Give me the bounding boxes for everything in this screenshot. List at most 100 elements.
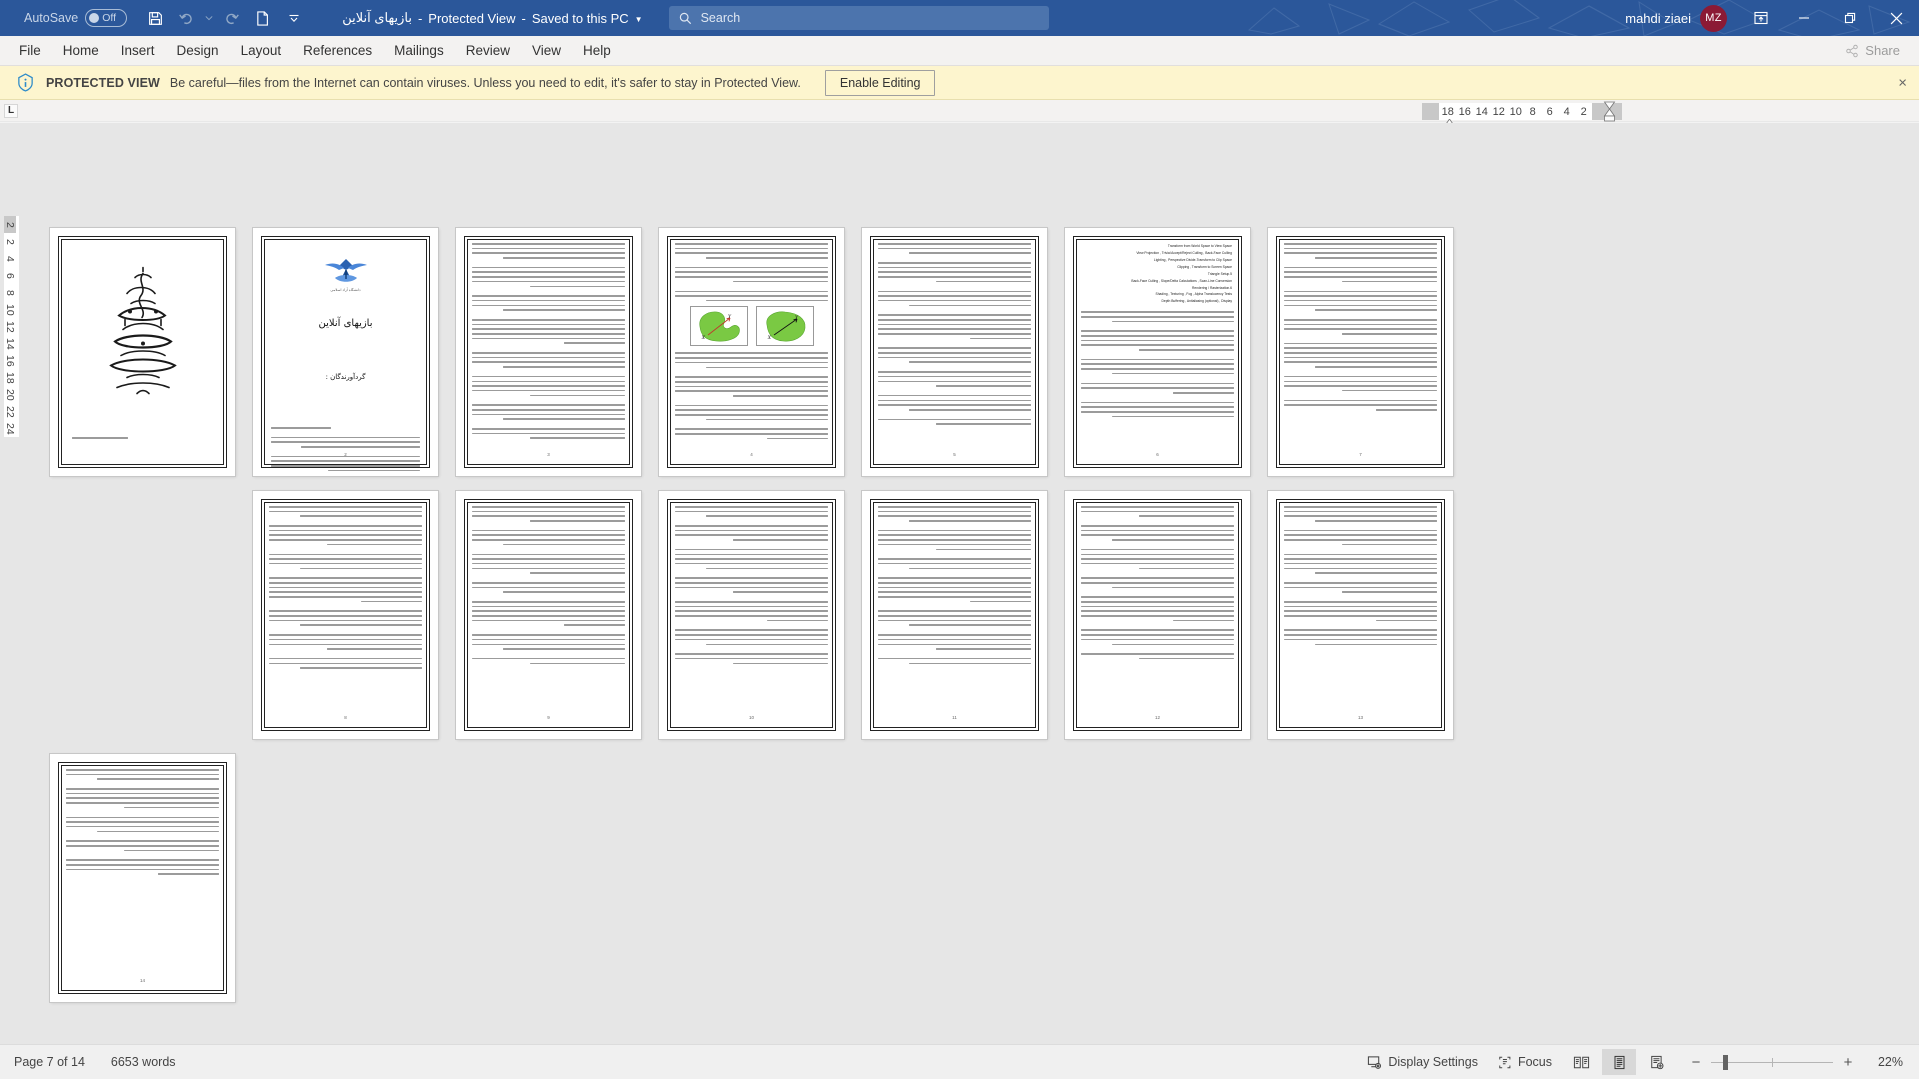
page-number-12: 12 [1154, 715, 1160, 720]
page-10-text-block: 10 [675, 506, 828, 723]
vertical-ruler[interactable]: 2 2 4 6 8 10 12 14 16 18 20 22 24 [4, 216, 19, 437]
display-settings-icon [1368, 1055, 1382, 1069]
document-page-4[interactable]: X Y X Y 4 [659, 228, 844, 476]
avatar[interactable]: MZ [1700, 4, 1727, 32]
tab-references[interactable]: References [292, 37, 383, 65]
vruler-tick-14: 14 [4, 337, 16, 350]
pipeline-item-2: Lighting , Perspective Divide-Transform … [1153, 257, 1232, 262]
enable-editing-button[interactable]: Enable Editing [824, 69, 936, 96]
web-layout-button[interactable] [1640, 1049, 1674, 1075]
undo-dropdown-icon[interactable] [203, 5, 215, 32]
chevron-down-icon[interactable]: ▼ [635, 15, 643, 24]
pipeline-item-8: Depth Buffering , Antialiasing (optional… [1161, 299, 1233, 304]
page-indicator[interactable]: Page 7 of 14 [14, 1055, 85, 1069]
ruler-scale: 18 16 14 12 10 8 6 4 2 [1439, 103, 1593, 120]
tab-review[interactable]: Review [455, 37, 521, 65]
document-page-6[interactable]: Transform from World Space to View Space… [1065, 228, 1250, 476]
concave-shape-box: X Y [689, 306, 748, 347]
vruler-tick-24: 24 [4, 422, 16, 435]
ruler-margin-left [1422, 103, 1440, 120]
document-page-10[interactable]: 10 [659, 491, 844, 739]
document-page-12[interactable]: 12 [1065, 491, 1250, 739]
ruler-tick-6: 6 [1546, 105, 1553, 118]
display-settings-label: Display Settings [1388, 1055, 1478, 1069]
document-page-11[interactable]: 11 [862, 491, 1047, 739]
tab-view[interactable]: View [521, 37, 572, 65]
tab-design[interactable]: Design [166, 37, 230, 65]
document-workspace[interactable]: 2 2 4 6 8 10 12 14 16 18 20 22 24 دانشگا… [0, 123, 1919, 1044]
tab-home[interactable]: Home [52, 37, 110, 65]
ruler-row: L 18 16 14 12 10 8 6 4 2 [0, 100, 1919, 128]
document-page-13[interactable]: 13 [1268, 491, 1453, 739]
pipeline-item-6: Rendering / Rasterization.6 [1192, 285, 1232, 290]
save-icon[interactable] [141, 5, 170, 32]
document-page-3[interactable]: 3 [456, 228, 641, 476]
document-page-8[interactable]: 8 [253, 491, 438, 739]
close-icon[interactable]: × [1898, 75, 1907, 90]
autosave-control[interactable]: AutoSave Off [24, 9, 128, 27]
zoom-in-button[interactable]: + [1842, 1054, 1854, 1071]
read-mode-button[interactable] [1564, 1049, 1598, 1075]
search-icon [679, 12, 691, 24]
convexity-figure: X Y X Y [675, 306, 828, 347]
protected-view-status: Protected View [428, 10, 516, 26]
document-page-7[interactable]: 7 [1268, 228, 1453, 476]
focus-button[interactable]: Focus [1488, 1048, 1562, 1076]
tab-insert[interactable]: Insert [110, 37, 166, 65]
page-number-9: 9 [547, 715, 550, 720]
document-page-14[interactable]: 14 [50, 754, 235, 1002]
word-count[interactable]: 6653 words [111, 1055, 176, 1069]
document-page-2[interactable]: دانشگاه آزاد اسلامی بازیهای آنلاین گردآو… [253, 228, 438, 476]
bismillah-calligraphy [97, 260, 189, 415]
customize-qat-icon[interactable] [279, 5, 308, 32]
zoom-level[interactable]: 22% [1863, 1055, 1903, 1069]
print-layout-button[interactable] [1602, 1049, 1636, 1075]
share-label: Share [1865, 43, 1900, 58]
protected-view-title: PROTECTED VIEW [46, 75, 160, 90]
display-settings-button[interactable]: Display Settings [1357, 1048, 1488, 1076]
tab-layout[interactable]: Layout [230, 37, 293, 65]
ruler-tick-8: 8 [1529, 105, 1536, 118]
autosave-label: AutoSave [24, 11, 79, 25]
status-bar-right: Display Settings Focus − + 22% [1357, 1048, 1919, 1076]
minimize-button[interactable] [1781, 0, 1827, 36]
ruler-tick-10: 10 [1509, 105, 1522, 118]
zoom-out-button[interactable]: − [1690, 1054, 1702, 1071]
quick-access-toolbar [141, 5, 308, 32]
zoom-slider-track[interactable] [1711, 1054, 1833, 1070]
svg-text:X: X [766, 335, 771, 341]
document-page-9[interactable]: 9 [456, 491, 641, 739]
document-page-1[interactable] [50, 228, 235, 476]
tab-file[interactable]: File [8, 37, 52, 65]
page-11-text-block: 11 [878, 506, 1031, 723]
tab-mailings[interactable]: Mailings [383, 37, 455, 65]
status-bar: Page 7 of 14 6653 words Display Settings… [0, 1044, 1919, 1079]
share-button[interactable]: Share [1836, 39, 1909, 62]
pipeline-item-4: Triangle Setup.5 [1207, 271, 1232, 276]
zoom-control[interactable]: − + 22% [1690, 1054, 1903, 1071]
tab-help[interactable]: Help [572, 37, 622, 65]
saved-location: Saved to this PC [531, 10, 629, 26]
pages-area[interactable]: دانشگاه آزاد اسلامی بازیهای آنلاین گردآو… [22, 123, 1919, 1044]
new-document-icon[interactable] [248, 5, 277, 32]
page-number-2: 2 [344, 452, 347, 457]
search-input[interactable]: Search [668, 6, 1049, 30]
vruler-tick-8: 8 [4, 289, 16, 296]
azad-university-logo-icon [324, 259, 367, 282]
ribbon-tabs: File Home Insert Design Layout Reference… [0, 36, 1919, 66]
vruler-tick-6: 6 [4, 272, 16, 279]
redo-icon[interactable] [217, 5, 246, 32]
zoom-slider-thumb[interactable] [1723, 1054, 1728, 1070]
ribbon-display-options-icon[interactable] [1741, 0, 1781, 36]
close-button[interactable] [1873, 0, 1919, 36]
avatar-initials: MZ [1705, 12, 1722, 24]
page-number-3: 3 [547, 452, 550, 457]
tab-stop-selector[interactable]: L [0, 100, 22, 121]
restore-button[interactable] [1827, 0, 1873, 36]
autosave-toggle[interactable]: Off [85, 9, 128, 27]
document-title-group[interactable]: بازیهای آنلاین - Protected View - Saved … [342, 10, 642, 26]
document-page-5[interactable]: 5 [862, 228, 1047, 476]
pipeline-list: Transform from World Space to View Space… [1081, 243, 1234, 305]
undo-icon[interactable] [172, 5, 201, 32]
pipeline-item-1: View Projection , Trivial Accept/Reject … [1136, 250, 1232, 255]
